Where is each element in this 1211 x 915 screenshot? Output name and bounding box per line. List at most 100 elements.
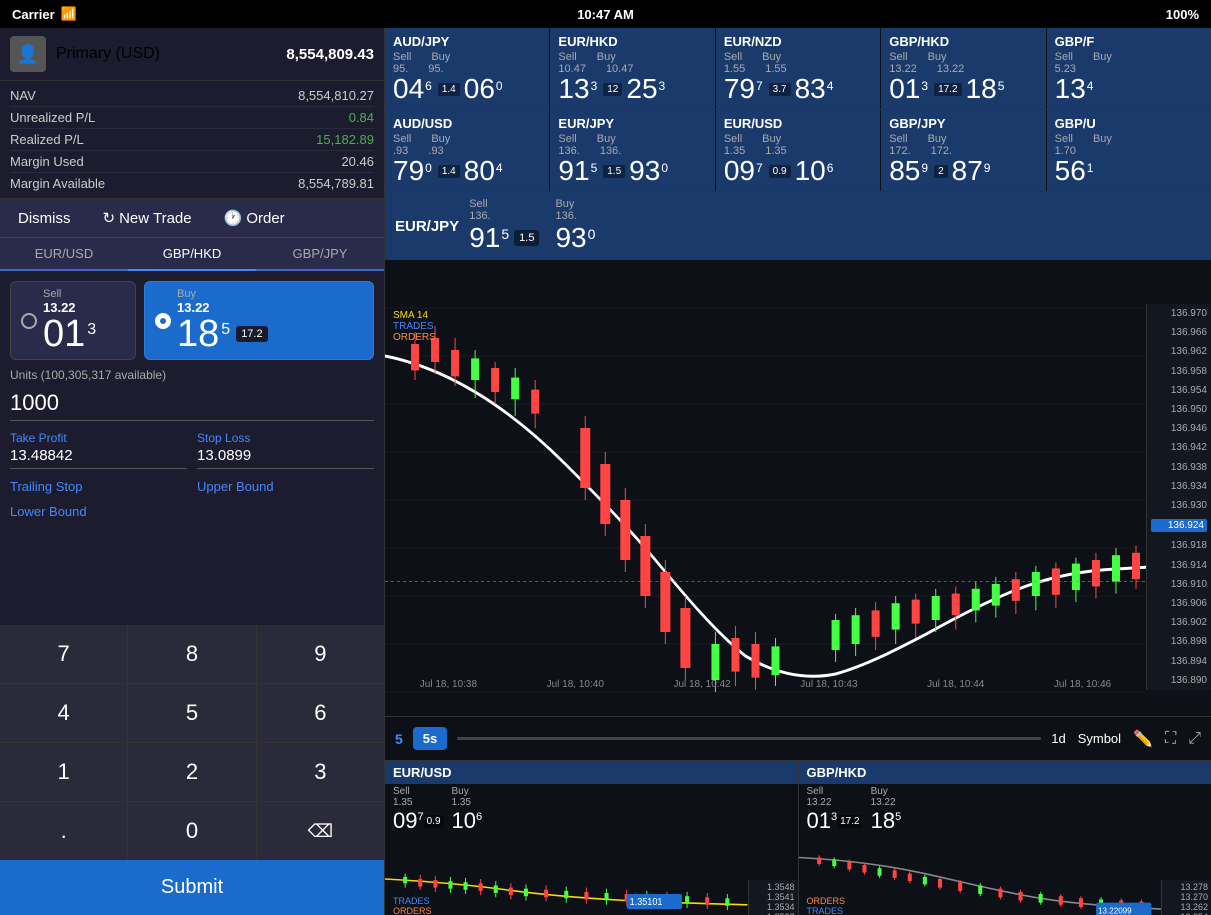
spread-badge: 17.2 (236, 326, 267, 342)
chart-area: EUR/JPY Sell 136. 91 5 1.5 Buy 136. (385, 192, 1211, 760)
numpad: 7 8 9 4 5 6 1 2 3 . 0 ⌫ (0, 625, 384, 860)
buy-radio[interactable] (155, 313, 171, 329)
take-profit-field: Take Profit 13.48842 (10, 431, 187, 469)
currency-card-eurnzd[interactable]: EUR/NZD Sell Buy 1.551.55 797 3.7 834 (716, 28, 881, 109)
nav-label: NAV (10, 88, 36, 103)
chart-header: EUR/JPY Sell 136. 91 5 1.5 Buy 136. (385, 192, 1211, 260)
dismiss-button[interactable]: Dismiss (10, 206, 79, 231)
num-7[interactable]: 7 (0, 625, 127, 683)
sell-big-price: 01 3 (43, 315, 96, 353)
candlestick-chart (385, 260, 1146, 740)
draw-icon[interactable]: ✏️ (1133, 729, 1153, 749)
stop-loss-label: Stop Loss (197, 431, 374, 445)
prices-audjpy: 046 1.4 060 (393, 75, 541, 103)
units-input[interactable] (10, 386, 374, 421)
sell-info: Sell 13.22 01 3 (43, 288, 96, 353)
currency-card-gbpu[interactable]: GBP/U Sell Buy 1.70 561 (1047, 110, 1211, 191)
gbphkd-mini-svg: 13.22099 (799, 836, 1162, 915)
trade-panel: Sell 13.22 01 3 Buy 13.22 (0, 271, 384, 625)
num-0[interactable]: 0 (128, 802, 255, 860)
labels-audjpy: Sell Buy (393, 51, 541, 63)
buy-big-price: 18 5 17.2 (177, 315, 268, 353)
buy-option[interactable]: Buy 13.22 18 5 17.2 (144, 281, 374, 360)
num-3[interactable]: 3 (257, 743, 384, 801)
fullscreen-icon[interactable]: ⤢ (1188, 730, 1201, 748)
num-dot[interactable]: . (0, 802, 127, 860)
num-2[interactable]: 2 (128, 743, 255, 801)
num-8[interactable]: 8 (128, 625, 255, 683)
time-axis: Jul 18, 10:38 Jul 18, 10:40 Jul 18, 10:4… (385, 674, 1146, 694)
submit-button[interactable]: Submit (0, 860, 384, 915)
margin-avail-row: Margin Available 8,554,789.81 (10, 173, 374, 194)
tab-bar: EUR/USD GBP/HKD GBP/JPY (0, 238, 384, 271)
trades-label: TRADES (393, 321, 436, 332)
tab-gbp-jpy[interactable]: GBP/JPY (256, 238, 384, 271)
expand-icon[interactable]: ⛶ (1165, 730, 1176, 748)
tab-eur-usd[interactable]: EUR/USD (0, 238, 128, 271)
chart-controls: 5 5s 1d Symbol ✏️ ⛶ ⤢ (385, 716, 1211, 760)
chart-pair-title: EUR/JPY (395, 218, 459, 235)
currency-card-eurusd[interactable]: EUR/USD Sell Buy 1.351.35 097 0.9 106 (716, 110, 881, 191)
margin-avail-label: Margin Available (10, 176, 105, 191)
sell-radio[interactable] (21, 313, 37, 329)
sell-option[interactable]: Sell 13.22 01 3 (10, 281, 136, 360)
mini-chart-eurusd: EUR/USD Sell 1.35 09 7 0.9 Buy 1. (385, 761, 799, 915)
buy-info: Buy 13.22 18 5 17.2 (177, 288, 268, 353)
stop-loss-value[interactable]: 13.0899 (197, 447, 374, 469)
unrealized-label: Unrealized P/L (10, 110, 95, 125)
svg-text:1.35101: 1.35101 (630, 897, 663, 907)
trailing-stop-link[interactable]: Trailing Stop (10, 479, 187, 494)
realized-label: Realized P/L (10, 132, 84, 147)
sell-sup: 3 (87, 315, 96, 339)
units-label: Units (100,305,317 available) (10, 368, 374, 382)
chart-slider[interactable] (457, 737, 1041, 740)
margin-used-value: 20.46 (341, 154, 374, 169)
take-profit-value[interactable]: 13.48842 (10, 447, 187, 469)
mini-chart-gbphkd: GBP/HKD Sell 13.22 01 3 17.2 Buy (799, 761, 1211, 915)
sell-big-num: 01 (43, 315, 85, 353)
currency-card-gbpf[interactable]: GBP/F Sell Buy 5.23 134 (1047, 28, 1211, 109)
chart-period-btn[interactable]: 5s (413, 727, 447, 750)
carrier-label: Carrier (12, 7, 55, 22)
gbphkd-right-axis: 13.278 13.270 13.262 13.254 13.246 13.23… (1161, 880, 1211, 915)
num-9[interactable]: 9 (257, 625, 384, 683)
chart-annotations: SMA 14 TRADES ORDERS (393, 310, 436, 343)
currency-grid-row2: AUD/USD Sell Buy .93.93 790 1.4 804 (385, 110, 1211, 192)
take-profit-label: Take Profit (10, 431, 187, 445)
order-button[interactable]: 🕐 Order (216, 205, 293, 231)
num-1[interactable]: 1 (0, 743, 127, 801)
currency-card-eurjpy[interactable]: EUR/JPY Sell Buy 136.136. 915 1.5 930 (550, 110, 715, 191)
unrealized-value: 0.84 (349, 110, 374, 125)
chart-controls-right: 1d Symbol ✏️ ⛶ ⤢ (1051, 729, 1201, 749)
period2-label: 1d (1051, 731, 1065, 746)
currency-card-audusd[interactable]: AUD/USD Sell Buy .93.93 790 1.4 804 (385, 110, 550, 191)
mini-header-gbphkd: GBP/HKD (799, 761, 1211, 784)
upper-bound-link[interactable]: Upper Bound (197, 479, 374, 494)
tab-gbp-hkd[interactable]: GBP/HKD (128, 238, 256, 271)
avatar: 👤 (10, 36, 46, 72)
nav-row: NAV 8,554,810.27 (10, 85, 374, 107)
margin-used-label: Margin Used (10, 154, 84, 169)
currency-card-gbphkd[interactable]: GBP/HKD Sell Buy 13.2213.22 013 17.2 185 (881, 28, 1046, 109)
currency-grid-top: AUD/JPY Sell Buy 95.95. 046 1.4 060 (385, 28, 1211, 110)
toolbar: Dismiss ↻ New Trade 🕐 Order (0, 199, 384, 238)
currency-card-audjpy[interactable]: AUD/JPY Sell Buy 95.95. 046 1.4 060 (385, 28, 550, 109)
num-6[interactable]: 6 (257, 684, 384, 742)
chart-sell-buy: Sell 136. 91 5 1.5 Buy 136. 93 0 (469, 198, 595, 254)
status-time: 10:47 AM (577, 7, 634, 22)
lower-bound-link[interactable]: Lower Bound (10, 504, 374, 519)
unrealized-row: Unrealized P/L 0.84 (10, 107, 374, 129)
eurusd-right-axis: 1.3548 1.3541 1.3534 1.3527 1.3520 1.351… (748, 880, 798, 915)
backspace-button[interactable]: ⌫ (257, 802, 384, 860)
right-panel: AUD/JPY Sell Buy 95.95. 046 1.4 060 (385, 28, 1211, 915)
symbol-label: Symbol (1078, 731, 1121, 746)
option-row-1: Trailing Stop Upper Bound (10, 479, 374, 494)
currency-card-eurhkd[interactable]: EUR/HKD Sell Buy 10.4710.47 133 12 253 (550, 28, 715, 109)
num-4[interactable]: 4 (0, 684, 127, 742)
margin-avail-value: 8,554,789.81 (298, 176, 374, 191)
new-trade-button[interactable]: ↻ New Trade (95, 205, 200, 231)
num-5[interactable]: 5 (128, 684, 255, 742)
tp-sl-row: Take Profit 13.48842 Stop Loss 13.0899 (10, 431, 374, 469)
currency-card-gbpjpy[interactable]: GBP/JPY Sell Buy 172.172. 859 2 879 (881, 110, 1046, 191)
account-stats: NAV 8,554,810.27 Unrealized P/L 0.84 Rea… (0, 81, 384, 199)
